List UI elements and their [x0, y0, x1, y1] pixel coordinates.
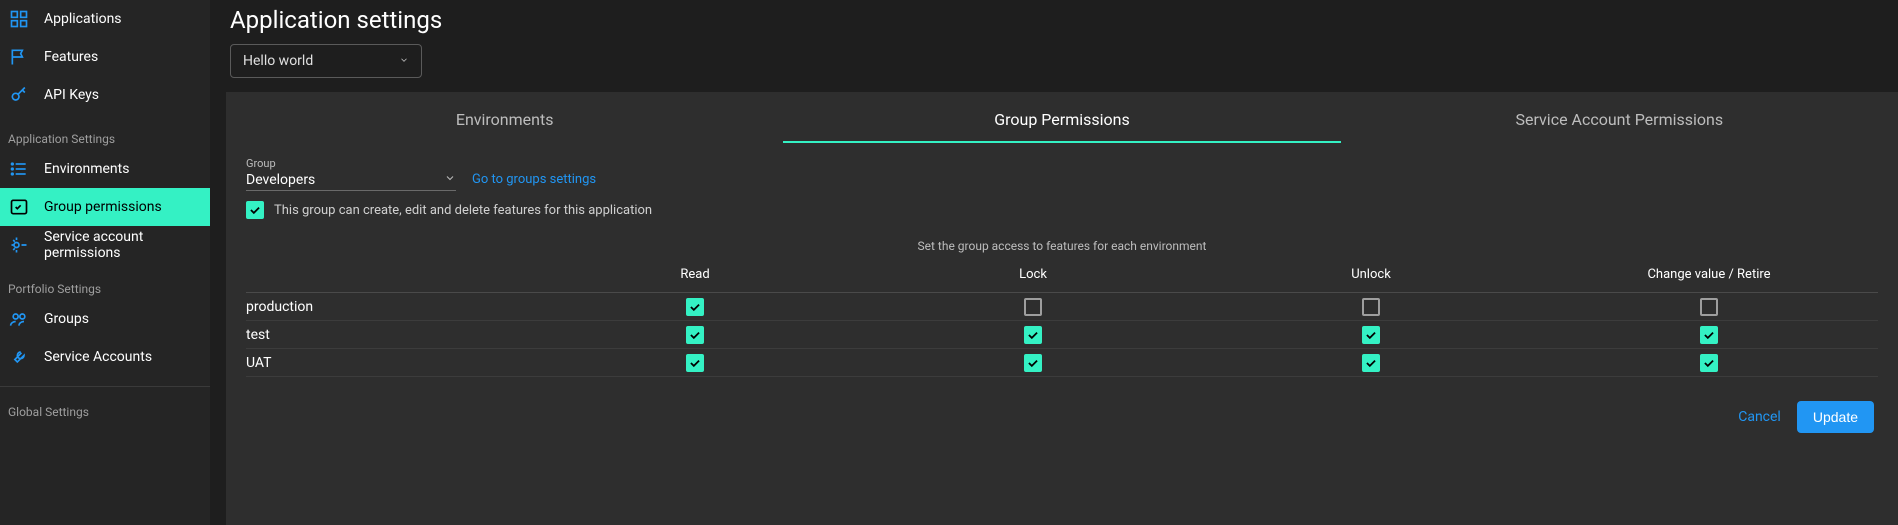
sidebar-item-applications[interactable]: Applications	[0, 0, 210, 38]
tab-service-account-permissions[interactable]: Service Account Permissions	[1341, 92, 1898, 143]
sidebar-item-api-keys[interactable]: API Keys	[0, 76, 210, 114]
page-title: Application settings	[230, 6, 1878, 34]
sidebar-item-label: Features	[44, 49, 98, 65]
application-select[interactable]: Hello world	[230, 44, 422, 78]
perm-cell	[1540, 354, 1878, 372]
sidebar-item-label: Service account permissions	[44, 229, 202, 261]
perm-checkbox[interactable]	[686, 298, 704, 316]
perm-checkbox[interactable]	[1362, 326, 1380, 344]
table-row: UAT	[246, 349, 1878, 377]
header: Application settings Hello world	[210, 0, 1898, 92]
perm-cell	[526, 298, 864, 316]
flag-icon	[8, 46, 30, 68]
env-name: UAT	[246, 355, 526, 371]
content-panel: Environments Group Permissions Service A…	[226, 92, 1898, 525]
sidebar-item-label: Environments	[44, 161, 129, 177]
gear-key-icon	[8, 234, 30, 256]
perm-checkbox[interactable]	[686, 326, 704, 344]
feature-permission-row: This group can create, edit and delete f…	[226, 197, 1898, 223]
sidebar-item-label: API Keys	[44, 87, 99, 103]
sidebar-item-label: Applications	[44, 11, 122, 27]
perm-checkbox[interactable]	[1362, 298, 1380, 316]
perm-cell	[864, 326, 1202, 344]
sidebar-item-features[interactable]: Features	[0, 38, 210, 76]
tab-group-permissions[interactable]: Group Permissions	[783, 92, 1340, 143]
group-select-value: Developers	[246, 172, 315, 188]
chevron-down-icon	[399, 53, 409, 69]
sidebar-item-group-permissions[interactable]: Group permissions	[0, 188, 210, 226]
group-select-label: Group	[246, 157, 456, 170]
sidebar-section-app-settings: Application Settings	[0, 124, 210, 150]
col-change: Change value / Retire	[1540, 267, 1878, 282]
perm-cell	[526, 354, 864, 372]
env-name: production	[246, 299, 526, 315]
key-icon	[8, 84, 30, 106]
helper-text: Set the group access to features for eac…	[226, 223, 1898, 263]
perm-checkbox[interactable]	[1024, 354, 1042, 372]
perm-cell	[526, 326, 864, 344]
checkbox-list-icon	[8, 196, 30, 218]
table-row: production	[246, 293, 1878, 321]
group-row: Group Developers Go to groups settings	[226, 143, 1898, 197]
tabs: Environments Group Permissions Service A…	[226, 92, 1898, 143]
col-read: Read	[526, 267, 864, 282]
perm-cell	[1202, 354, 1540, 372]
sidebar-item-label: Service Accounts	[44, 349, 152, 365]
perm-checkbox[interactable]	[1700, 298, 1718, 316]
main: Application settings Hello world Environ…	[210, 0, 1898, 525]
perm-checkbox[interactable]	[1362, 354, 1380, 372]
application-select-value: Hello world	[243, 53, 313, 69]
sidebar-item-service-accounts[interactable]: Service Accounts	[0, 338, 210, 376]
group-select[interactable]: Group Developers	[246, 157, 456, 191]
sidebar-item-label: Groups	[44, 311, 89, 327]
cancel-button[interactable]: Cancel	[1738, 409, 1781, 425]
perm-cell	[1202, 326, 1540, 344]
perm-checkbox[interactable]	[686, 354, 704, 372]
env-name: test	[246, 327, 526, 343]
sidebar-item-groups[interactable]: Groups	[0, 300, 210, 338]
list-icon	[8, 158, 30, 180]
perm-checkbox[interactable]	[1024, 326, 1042, 344]
sidebar-item-label: Group permissions	[44, 199, 162, 215]
sidebar-divider	[0, 386, 210, 387]
wrench-icon	[8, 346, 30, 368]
apps-icon	[8, 8, 30, 30]
perm-checkbox[interactable]	[1700, 326, 1718, 344]
perm-cell	[1540, 298, 1878, 316]
perm-cell	[1202, 298, 1540, 316]
sidebar: Applications Features API Keys Applicati…	[0, 0, 210, 525]
feature-permission-checkbox[interactable]	[246, 201, 264, 219]
chevron-down-icon	[444, 172, 456, 188]
perm-cell	[864, 298, 1202, 316]
feature-permission-label: This group can create, edit and delete f…	[274, 203, 652, 218]
users-icon	[8, 308, 30, 330]
table-row: test	[246, 321, 1878, 349]
permissions-table: Read Lock Unlock Change value / Retire p…	[226, 263, 1898, 377]
tab-environments[interactable]: Environments	[226, 92, 783, 143]
go-to-groups-settings-link[interactable]: Go to groups settings	[472, 172, 596, 191]
col-lock: Lock	[864, 267, 1202, 282]
table-header: Read Lock Unlock Change value / Retire	[246, 263, 1878, 293]
sidebar-section-portfolio-settings: Portfolio Settings	[0, 274, 210, 300]
perm-checkbox[interactable]	[1700, 354, 1718, 372]
perm-cell	[1540, 326, 1878, 344]
perm-checkbox[interactable]	[1024, 298, 1042, 316]
col-unlock: Unlock	[1202, 267, 1540, 282]
update-button[interactable]: Update	[1797, 401, 1874, 433]
footer: Cancel Update	[226, 377, 1898, 433]
sidebar-item-environments[interactable]: Environments	[0, 150, 210, 188]
sidebar-item-service-account-permissions[interactable]: Service account permissions	[0, 226, 210, 264]
sidebar-section-global-settings: Global Settings	[0, 397, 210, 423]
perm-cell	[864, 354, 1202, 372]
